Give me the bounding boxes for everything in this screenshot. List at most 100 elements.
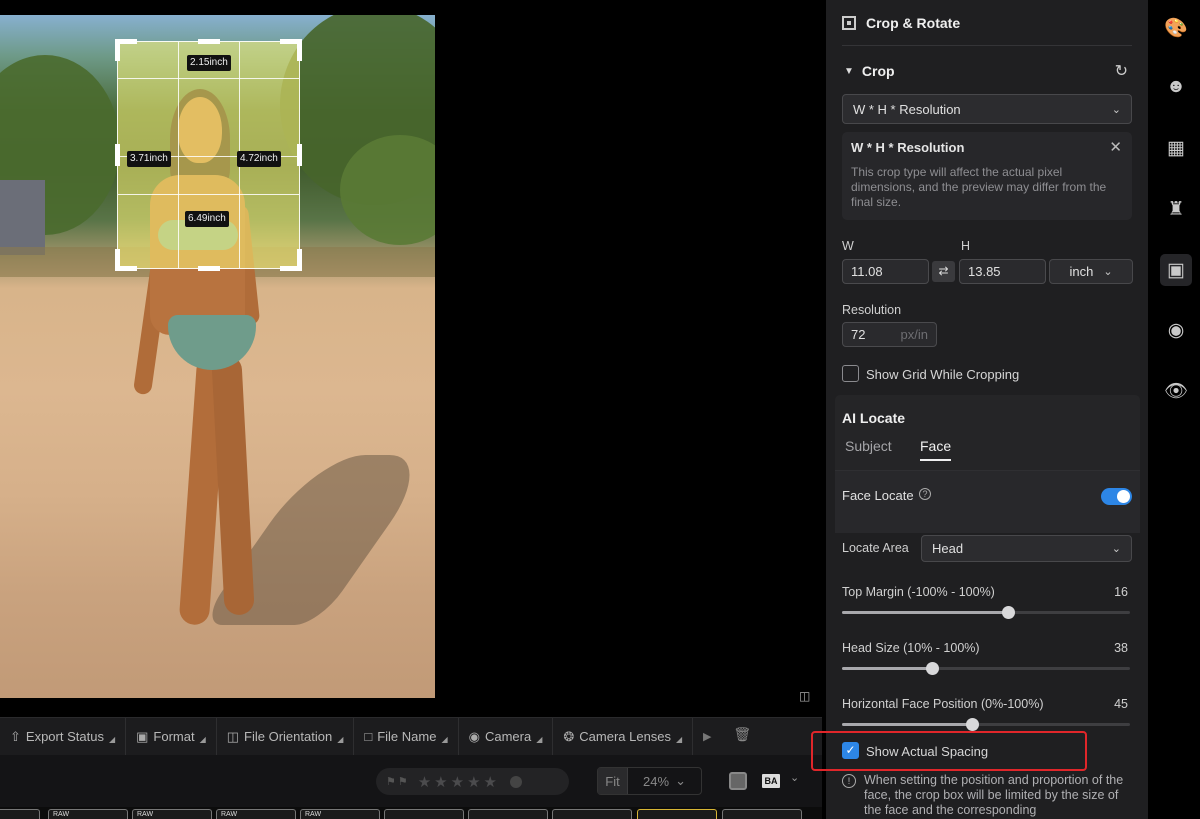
crop-type-value: W * H * Resolution xyxy=(853,101,961,117)
filmstrip-thumb[interactable]: RAW xyxy=(132,809,212,819)
tab-subject[interactable]: Subject xyxy=(845,438,892,459)
filmstrip-thumb[interactable]: RAW xyxy=(216,809,296,819)
filter-file-name[interactable]: □ File Name ◢ xyxy=(354,718,459,755)
locate-area-dropdown[interactable]: Head ⌄ xyxy=(921,535,1132,562)
note-text: When setting the position and proportion… xyxy=(864,773,1124,817)
filmstrip-thumb[interactable]: RAW xyxy=(48,809,128,819)
folder-view-icon[interactable]: 👁 xyxy=(1160,375,1192,407)
palette-icon[interactable]: 🎨 xyxy=(1160,12,1192,44)
filmstrip-thumb-selected[interactable] xyxy=(637,809,717,819)
filmstrip-thumb[interactable] xyxy=(552,809,632,819)
image-canvas[interactable]: 2.15inch 3.71inch 4.72inch 6.49inch ◫ xyxy=(0,0,822,712)
scroll-right-icon[interactable]: ▶ xyxy=(693,730,721,743)
trash-icon[interactable]: 🗑 xyxy=(729,726,755,748)
head-size-slider[interactable] xyxy=(842,662,1130,675)
zoom-control: Fit 24% ⌄ xyxy=(597,767,702,795)
zoom-fit-button[interactable]: Fit xyxy=(598,768,628,794)
filmstrip-thumb[interactable] xyxy=(384,809,464,819)
slider-handle[interactable] xyxy=(1001,606,1015,619)
filter-label: Format xyxy=(153,729,195,744)
crop-handle-top-right[interactable] xyxy=(280,39,302,61)
face-locate-toggle[interactable] xyxy=(1101,488,1132,505)
chevron-down-icon[interactable]: ⌄ xyxy=(790,771,799,784)
face-locate-note: ! When setting the position and proporti… xyxy=(842,773,1134,818)
crop-grid-line xyxy=(118,194,299,195)
filter-export-status[interactable]: ⇧ Export Status ◢ xyxy=(0,718,127,755)
spacing-left-label: 3.71inch xyxy=(127,151,171,167)
slider-handle[interactable] xyxy=(925,662,939,675)
filmstrip-thumb[interactable]: RAW xyxy=(300,809,380,819)
star-rating[interactable]: ★★★★★ xyxy=(418,773,500,791)
filmstrip-thumb[interactable] xyxy=(0,809,40,819)
chevron-down-icon: ⌄ xyxy=(675,773,686,788)
crop-handle-left[interactable] xyxy=(115,144,120,166)
close-icon[interactable]: ✕ xyxy=(1109,138,1122,156)
chevron-down-icon: ⌄ xyxy=(1103,266,1113,278)
chevron-down-icon: ⌄ xyxy=(1111,543,1121,555)
person-leg xyxy=(211,354,255,616)
resolution-label: Resolution xyxy=(842,303,902,317)
slider-handle[interactable] xyxy=(965,718,979,731)
caret-icon: ◢ xyxy=(676,735,683,744)
top-margin-slider[interactable] xyxy=(842,606,1130,619)
clothing-icon[interactable]: ♜ xyxy=(1160,193,1192,225)
filter-file-orientation[interactable]: ◫ File Orientation ◢ xyxy=(217,718,355,755)
swap-dimensions-icon[interactable]: ⇄ xyxy=(932,261,955,282)
crop-rotate-icon[interactable]: ▣ xyxy=(1160,254,1192,286)
zoom-value: 24% xyxy=(643,773,670,789)
reset-icon[interactable]: ↻ xyxy=(1115,61,1128,81)
background-pattern-icon[interactable]: ▦ xyxy=(1160,132,1192,164)
crop-handle-top-left[interactable] xyxy=(115,39,137,61)
resolution-input[interactable]: 72 px/in xyxy=(842,322,937,347)
bottom-toolbar: ⚑⚑ ★★★★★ Fit 24% ⌄ BA ⌄ xyxy=(0,755,822,807)
filter-label: Export Status xyxy=(25,729,104,744)
show-grid-checkbox[interactable] xyxy=(842,365,859,382)
crop-section-header[interactable]: ▼ Crop ↻ xyxy=(844,60,1130,82)
collapse-triangle-icon: ▼ xyxy=(844,65,854,77)
crop-handle-right[interactable] xyxy=(297,144,302,166)
horizontal-face-position-label: Horizontal Face Position (0%-100%) xyxy=(842,697,1044,711)
crop-handle-bottom[interactable] xyxy=(198,266,220,271)
help-icon[interactable]: ? xyxy=(919,488,931,500)
unit-dropdown[interactable]: inch ⌄ xyxy=(1049,259,1133,284)
filmstrip-thumb[interactable] xyxy=(722,809,802,819)
filter-camera[interactable]: ◉ Camera ◢ xyxy=(459,718,554,755)
filter-format[interactable]: ▣ Format ◢ xyxy=(126,718,217,755)
slider-fill xyxy=(842,723,972,726)
zoom-percent-dropdown[interactable]: 24% ⌄ xyxy=(628,773,701,789)
crop-type-info-card: W * H * Resolution ✕ This crop type will… xyxy=(842,132,1132,220)
slider-fill xyxy=(842,611,1008,614)
ai-locate-section: AI Locate Subject Face Face Locate ? xyxy=(835,395,1140,533)
crop-grid-line xyxy=(118,78,299,79)
crop-handle-top[interactable] xyxy=(198,39,220,44)
height-label: H xyxy=(961,239,971,253)
image-icon: ▣ xyxy=(136,728,149,744)
face-retouch-icon[interactable]: ☻ xyxy=(1160,71,1192,103)
single-view-icon[interactable] xyxy=(729,772,747,790)
resolution-unit: px/in xyxy=(900,327,928,342)
camera-icon[interactable]: ◉ xyxy=(1160,314,1192,346)
filter-camera-lenses[interactable]: ❂ Camera Lenses ◢ xyxy=(553,718,694,755)
width-input[interactable]: 11.08 xyxy=(842,259,929,284)
head-size-value: 38 xyxy=(1114,641,1128,655)
filmstrip: RAW RAW RAW RAW xyxy=(0,807,822,819)
face-locate-row: Face Locate ? xyxy=(835,470,1140,533)
crop-handle-bottom-left[interactable] xyxy=(115,249,137,271)
before-after-icon[interactable]: BA xyxy=(762,774,780,788)
tab-face[interactable]: Face xyxy=(920,438,952,461)
caret-icon: ◢ xyxy=(108,735,116,744)
crop-handle-bottom-right[interactable] xyxy=(280,249,302,271)
height-input[interactable]: 13.85 xyxy=(959,259,1046,284)
crop-section-title: Crop xyxy=(861,63,895,79)
crop-box[interactable]: 2.15inch 3.71inch 4.72inch 6.49inch xyxy=(115,39,302,271)
horizontal-face-position-slider[interactable] xyxy=(842,718,1130,731)
color-label-icon[interactable] xyxy=(509,775,522,788)
crop-type-dropdown[interactable]: W * H * Resolution ⌄ xyxy=(842,94,1132,124)
filmstrip-thumb[interactable] xyxy=(468,809,548,819)
flag-icon[interactable]: ⚑⚑ xyxy=(386,775,410,788)
export-icon: ⇧ xyxy=(10,728,21,744)
split-view-icon[interactable]: ◫ xyxy=(799,689,815,703)
show-actual-spacing-checkbox[interactable]: ✓ xyxy=(842,742,859,759)
caret-icon: ◢ xyxy=(536,735,543,744)
width-label: W xyxy=(842,239,854,253)
